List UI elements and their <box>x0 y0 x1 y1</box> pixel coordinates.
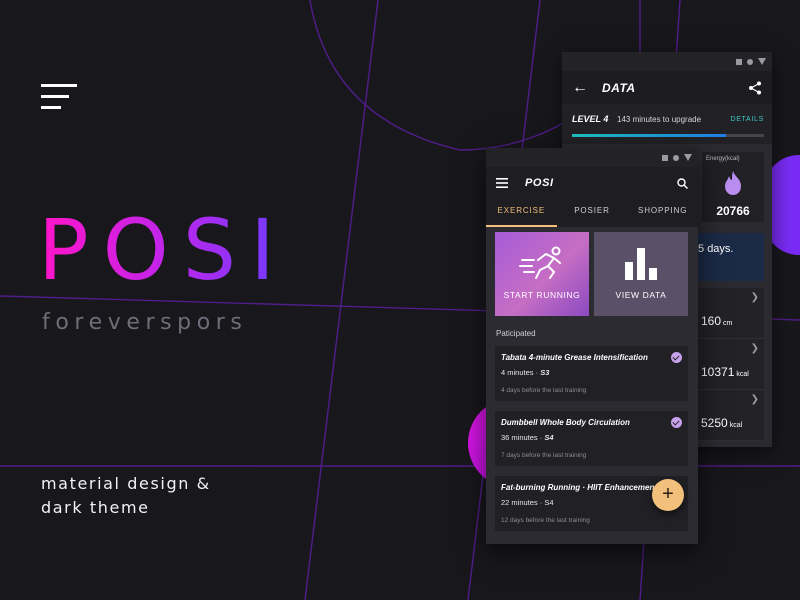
tab-posier[interactable]: POSIER <box>557 199 628 227</box>
training-set: S3 <box>540 368 550 377</box>
running-icon <box>519 246 561 279</box>
training-card[interactable]: Dumbbell Whole Body Circulation 36 minut… <box>495 411 688 466</box>
training-card[interactable]: Tabata 4-minute Grease Intensification 4… <box>495 346 688 401</box>
level-row: LEVEL 4 143 minutes to upgrade DETAILS <box>562 104 772 144</box>
search-icon[interactable] <box>677 177 688 189</box>
stat-unit: kcal <box>736 371 749 378</box>
square-icon <box>662 154 668 161</box>
add-button[interactable]: + <box>652 479 684 511</box>
days-value: 5 <box>698 243 705 255</box>
training-title: Dumbbell Whole Body Circulation <box>501 418 630 427</box>
check-circle-icon <box>671 417 682 428</box>
training-title: Fat-burning Running · HIIT Enhancement <box>501 483 657 492</box>
data-header: ← DATA <box>562 71 772 104</box>
tagline-line-2: dark theme <box>41 498 150 517</box>
training-footnote: 12 days before the last training <box>501 517 590 524</box>
status-bar <box>486 148 698 167</box>
start-running-label: START RUNNING <box>503 290 581 300</box>
view-data-label: VIEW DATA <box>615 290 667 300</box>
training-set: S4 <box>544 433 554 442</box>
circle-icon <box>673 154 679 161</box>
status-bar <box>562 52 772 71</box>
stat-number: 5250 <box>701 416 728 430</box>
stat-row[interactable]: ❯ 160 cm <box>694 288 764 339</box>
training-set: S4 <box>544 498 554 507</box>
brand-title: POSI <box>38 201 289 299</box>
share-icon[interactable] <box>748 81 762 95</box>
stat-unit: kcal <box>729 422 743 429</box>
energy-label: Energy(kcal) <box>706 156 740 162</box>
stats-panel: ❯ 160 cm ❯ 10371 kcal ❯ 5250 kcal <box>694 288 764 441</box>
stat-value: 160 cm <box>701 314 732 328</box>
chevron-right-icon: ❯ <box>750 394 759 405</box>
training-minutes: 4 minutes <box>501 368 534 377</box>
training-footnote: 4 days before the last training <box>501 387 587 394</box>
days-text: 5 days. <box>698 243 733 255</box>
posi-screen: POSI EXERCISE POSIER SHOPPING START RUNN… <box>486 148 698 544</box>
bar-chart-icon <box>625 248 657 280</box>
stat-row[interactable]: ❯ 10371 kcal <box>694 339 764 390</box>
chevron-right-icon: ❯ <box>750 292 759 303</box>
data-title: DATA <box>602 80 636 95</box>
stat-row[interactable]: ❯ 5250 kcal <box>694 390 764 441</box>
posi-title: POSI <box>525 177 554 189</box>
level-progress-bar <box>572 134 764 137</box>
stat-value: 10371 kcal <box>701 365 749 379</box>
action-tiles: START RUNNING VIEW DATA <box>495 232 688 316</box>
check-circle-icon <box>671 352 682 363</box>
stat-value: 5250 kcal <box>701 416 742 430</box>
stat-number: 10371 <box>701 365 735 379</box>
stat-unit: cm <box>723 320 733 327</box>
back-arrow-icon[interactable]: ← <box>572 79 602 97</box>
tagline: material design & dark theme <box>41 474 211 522</box>
energy-card[interactable]: Energy(kcal) 20766 <box>702 152 764 222</box>
training-title: Tabata 4-minute Grease Intensification <box>501 353 648 362</box>
brand-subtitle: foreverspors <box>42 310 248 335</box>
training-footnote: 7 days before the last training <box>501 452 587 459</box>
level-progress-fill <box>572 134 726 137</box>
tagline-line-1: material design & <box>41 474 211 493</box>
days-unit: days. <box>707 243 734 255</box>
training-meta: 36 minutes · S4 <box>501 433 554 442</box>
chevron-right-icon: ❯ <box>750 343 759 354</box>
training-minutes: 22 minutes <box>501 498 538 507</box>
tab-exercise[interactable]: EXERCISE <box>486 199 557 227</box>
menu-icon[interactable] <box>41 84 77 110</box>
flame-icon <box>725 171 741 195</box>
stat-number: 160 <box>701 314 722 328</box>
details-link[interactable]: DETAILS <box>730 116 764 123</box>
square-icon <box>736 58 742 65</box>
energy-value: 20766 <box>716 204 750 218</box>
hamburger-icon[interactable] <box>496 178 508 188</box>
circle-icon <box>747 58 753 65</box>
training-meta: 22 minutes · S4 <box>501 498 554 507</box>
triangle-icon <box>758 58 766 65</box>
triangle-icon <box>684 154 692 161</box>
start-running-tile[interactable]: START RUNNING <box>495 232 589 316</box>
days-banner: 5 days. <box>694 233 764 281</box>
training-meta: 4 minutes · S3 <box>501 368 550 377</box>
tab-bar: EXERCISE POSIER SHOPPING <box>486 199 698 227</box>
training-list: Tabata 4-minute Grease Intensification 4… <box>495 346 688 541</box>
level-text: 143 minutes to upgrade <box>617 115 702 124</box>
section-label: Paticipated <box>496 329 536 338</box>
tab-shopping[interactable]: SHOPPING <box>627 199 698 227</box>
training-minutes: 36 minutes <box>501 433 538 442</box>
view-data-tile[interactable]: VIEW DATA <box>594 232 688 316</box>
posi-header: POSI <box>486 167 698 199</box>
level-label: LEVEL 4 <box>572 114 609 124</box>
